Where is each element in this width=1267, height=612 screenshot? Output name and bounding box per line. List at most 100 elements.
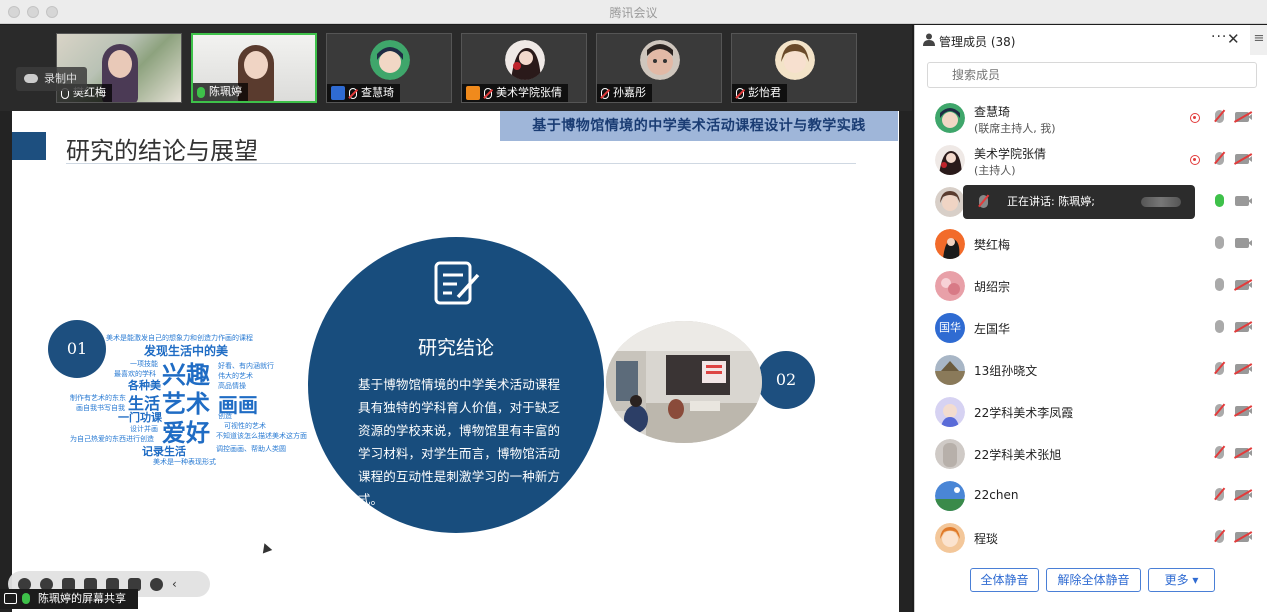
avatar <box>935 397 965 427</box>
word-cloud-term: 可视性的艺术 <box>224 422 266 430</box>
member-name: 22学科美术张旭 <box>974 448 1062 462</box>
camera-off-icon[interactable] <box>1235 448 1252 458</box>
camera-off-icon[interactable] <box>1235 406 1252 416</box>
camera-off-icon[interactable] <box>1235 532 1252 542</box>
member-row[interactable]: 22学科美术张旭 <box>915 433 1267 475</box>
tile-name: 陈珮婷 <box>209 85 242 98</box>
mic-icon[interactable] <box>1215 236 1224 249</box>
word-cloud-term: 制作有艺术的东东 <box>70 394 126 402</box>
mouse-cursor-icon <box>259 541 273 554</box>
mic-muted-icon[interactable] <box>1215 530 1224 543</box>
title-bar: 腾讯会议 <box>0 0 1267 24</box>
tile-name: 查慧琦 <box>361 86 394 99</box>
mute-all-button[interactable]: 全体静音 <box>970 568 1039 592</box>
audio-level-indicator <box>1141 197 1181 207</box>
conclusion-title: 研究结论 <box>417 337 494 359</box>
word-cloud-term: 调控画画、帮助人类圆 <box>216 445 286 453</box>
mic-active-icon <box>22 593 30 604</box>
speaking-text: 正在讲话: 陈珮婷; <box>1007 195 1095 208</box>
avatar <box>935 229 965 259</box>
member-name: 左国华 <box>974 322 1011 336</box>
cohost-badge-icon <box>331 86 345 100</box>
conclusion-circle: 研究结论 基于博物馆情境的中学美术活动课程具有独特的学科育人价值，对于缺乏资源的… <box>308 237 604 533</box>
member-name: 22chen <box>974 488 1019 502</box>
tile-namebar: 查慧琦 <box>327 84 400 102</box>
collapse-chevron-icon[interactable]: ‹ <box>172 577 177 591</box>
tile-namebar: 美术学院张倩 <box>462 84 568 102</box>
tile-name: 孙嘉彤 <box>613 86 646 99</box>
mic-icon[interactable] <box>1215 320 1224 333</box>
mic-muted-icon[interactable] <box>1215 404 1224 417</box>
member-row[interactable]: 美术学院张倩 (主持人) <box>915 139 1267 181</box>
member-role: (主持人) <box>974 164 1016 177</box>
camera-on-icon[interactable] <box>1235 238 1252 248</box>
member-row[interactable]: 程琰 <box>915 517 1267 559</box>
mic-muted-icon <box>979 195 988 208</box>
avatar <box>505 40 545 80</box>
meeting-stage: 樊红梅 陈珮婷 查慧琦 美术学院张倩 孙嘉彤 彭怡君 录制中 基于博物馆情境的中… <box>0 25 912 612</box>
more-button[interactable]: 更多 ▾ <box>1148 568 1215 592</box>
close-panel-icon[interactable]: ✕ <box>1227 30 1240 48</box>
avatar <box>935 355 965 385</box>
camera-off-icon[interactable] <box>1235 154 1252 164</box>
camera-off-icon[interactable] <box>1235 490 1252 500</box>
member-row[interactable]: 胡绍宗 <box>915 265 1267 307</box>
member-name: 程琰 <box>974 532 999 546</box>
number-badge-01: 01 <box>48 320 106 378</box>
camera-off-icon[interactable] <box>1235 322 1252 332</box>
member-name: 胡绍宗 <box>974 280 1011 294</box>
member-row[interactable]: 22学科美术李凤霞 <box>915 391 1267 433</box>
camera-on-icon[interactable] <box>1235 196 1252 206</box>
video-tile[interactable]: 美术学院张倩 <box>461 33 587 103</box>
avatar <box>640 40 680 80</box>
tile-namebar: 孙嘉彤 <box>597 84 652 102</box>
mic-muted-icon[interactable] <box>1215 362 1224 375</box>
mic-muted-icon <box>736 87 744 99</box>
more-options-icon[interactable]: ··· <box>1211 29 1227 45</box>
classroom-photo <box>606 321 762 443</box>
panel-action-bar: 全体静音 解除全体静音 更多 ▾ <box>915 568 1267 594</box>
slide-banner: 基于博物馆情境的中学美术活动课程设计与教学实践 <box>500 111 898 141</box>
camera-off-icon[interactable] <box>1235 280 1252 290</box>
mic-muted-icon[interactable] <box>1215 152 1224 165</box>
member-row[interactable]: 樊红梅 <box>915 223 1267 265</box>
avatar <box>935 145 965 175</box>
member-name: 查慧琦 <box>974 105 1011 119</box>
mic-active-icon[interactable] <box>1215 194 1224 207</box>
camera-off-icon[interactable] <box>1235 364 1252 374</box>
video-tile-active-speaker[interactable]: 陈珮婷 <box>191 33 317 103</box>
avatar <box>935 271 965 301</box>
video-tile[interactable]: 彭怡君 <box>731 33 857 103</box>
word-cloud-term: 创造 <box>218 412 232 420</box>
recording-indicator[interactable]: 录制中 <box>16 67 87 91</box>
panel-title: 管理成员 (38) <box>939 35 1016 49</box>
tencent-meeting-window: 腾讯会议 樊红梅 陈珮婷 查慧琦 美术学院张倩 孙嘉彤 彭怡君 录制中 基于博物… <box>0 0 1267 612</box>
mic-muted-icon <box>484 87 492 99</box>
member-search-input[interactable] <box>927 62 1257 88</box>
more-tool-icon[interactable] <box>150 577 163 591</box>
mic-muted-icon[interactable] <box>1215 446 1224 459</box>
tile-name: 彭怡君 <box>748 86 781 99</box>
member-name: 22学科美术李凤霞 <box>974 406 1074 420</box>
avatar <box>935 523 965 553</box>
mic-muted-icon[interactable] <box>1215 488 1224 501</box>
member-row[interactable]: 22chen <box>915 475 1267 517</box>
member-icon <box>923 33 935 46</box>
avatar <box>935 187 965 217</box>
member-row[interactable]: 13组孙晓文 <box>915 349 1267 391</box>
mic-icon[interactable] <box>1215 278 1224 291</box>
mic-muted-icon <box>601 87 609 99</box>
video-strip: 樊红梅 陈珮婷 查慧琦 美术学院张倩 孙嘉彤 彭怡君 录制中 <box>0 25 912 111</box>
video-tile[interactable]: 孙嘉彤 <box>596 33 722 103</box>
side-menu-icon[interactable]: ≡ <box>1250 25 1267 55</box>
camera-off-icon[interactable] <box>1235 112 1252 122</box>
unmute-all-button[interactable]: 解除全体静音 <box>1046 568 1141 592</box>
cloud-record-icon <box>24 74 38 83</box>
member-row[interactable]: 查慧琦 (联席主持人, 我) <box>915 97 1267 139</box>
video-tile[interactable]: 查慧琦 <box>326 33 452 103</box>
screen-share-label[interactable]: 陈珮婷的屏幕共享 <box>0 589 138 609</box>
tile-namebar: 彭怡君 <box>732 84 787 102</box>
mic-muted-icon[interactable] <box>1215 110 1224 123</box>
share-label-text: 陈珮婷的屏幕共享 <box>38 592 126 605</box>
member-row[interactable]: 国华 左国华 <box>915 307 1267 349</box>
